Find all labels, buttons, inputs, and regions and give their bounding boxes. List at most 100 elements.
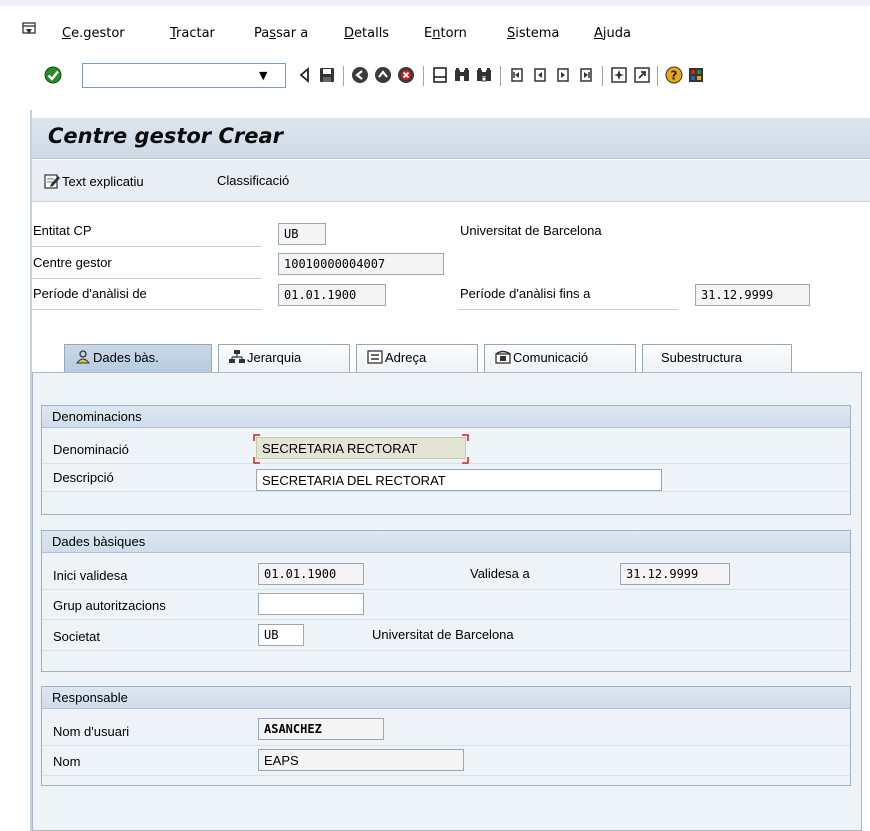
menu-item-cegestor[interactable]: Ce.gestor	[62, 26, 125, 41]
back-icon[interactable]	[351, 66, 369, 84]
group-responsable: Responsable Nom d'usuari Nom	[41, 686, 851, 786]
menu-item-entorn[interactable]: Entorn	[424, 26, 467, 41]
shortcut-icon[interactable]	[633, 66, 651, 84]
societat-field[interactable]: UB	[258, 624, 304, 646]
system-menu-icon[interactable]	[22, 22, 36, 36]
classificacio-button[interactable]: Classificació	[217, 173, 289, 188]
validesa-a-field[interactable]: 31.12.9999	[620, 563, 730, 585]
menu-item-passar-a-rest: sar a	[276, 26, 309, 41]
menu-item-passar-a[interactable]: Passar a	[254, 26, 308, 41]
person-icon	[75, 350, 91, 364]
page-title: Centre gestor Crear	[48, 124, 283, 148]
row-nom-usuari: Nom d'usuari	[42, 719, 850, 746]
row-divider	[32, 246, 262, 247]
text-explicatiu-label: Text explicatiu	[62, 174, 144, 189]
tab-dades-bas[interactable]: Dades bàs.	[64, 344, 212, 373]
nom-field[interactable]: EAPS	[258, 749, 464, 771]
row-grup-autoritzacions: Grup autoritzacions	[42, 593, 850, 620]
menu-item-ajuda-rest: juda	[602, 26, 631, 41]
descripcio-label: Descripció	[53, 470, 114, 485]
tab-adreca-label: Adreça	[385, 350, 427, 365]
menu-item-sistema[interactable]: Sistema	[507, 26, 559, 41]
nom-usuari-field[interactable]: ASANCHEZ	[258, 718, 384, 740]
focus-marker	[253, 434, 469, 464]
hierarchy-icon	[229, 350, 245, 363]
centre-gestor-label: Centre gestor	[33, 255, 112, 270]
tab-subestructura-label: Subestructura	[661, 350, 742, 365]
menu-item-entorn-rest: torn	[440, 26, 467, 41]
layout-icon[interactable]	[687, 66, 705, 84]
menu-item-detalls-rest: etalls	[354, 26, 390, 41]
menu-item-tractar[interactable]: Tractar	[170, 26, 215, 41]
edit-text-icon	[44, 174, 60, 189]
toolbar-separator	[500, 66, 501, 86]
create-session-icon[interactable]	[610, 66, 628, 84]
find-icon[interactable]	[453, 66, 471, 84]
menu-item-passar-a-pre: Pa	[254, 26, 270, 41]
menu-item-detalls[interactable]: Detalls	[344, 26, 389, 41]
descripcio-field[interactable]: SECRETARIA DEL RECTORAT	[256, 469, 662, 491]
grup-autoritzacions-field[interactable]	[258, 593, 364, 615]
address-card-icon	[367, 350, 383, 364]
menu-item-ajuda-u: A	[594, 26, 603, 41]
print-icon[interactable]	[431, 66, 449, 84]
tab-adreca[interactable]: Adreça	[356, 344, 478, 372]
tab-jerarquia[interactable]: Jerarquia	[218, 344, 350, 372]
command-field[interactable]	[82, 63, 286, 88]
find-next-icon[interactable]	[475, 66, 493, 84]
menu-item-tractar-rest: ractar	[176, 26, 215, 41]
toolbar-separator	[423, 66, 424, 86]
menu-item-ajuda[interactable]: Ajuda	[594, 26, 631, 41]
periode-fins-label: Període d'anàlisi fins a	[460, 286, 591, 301]
entitat-cp-description: Universitat de Barcelona	[460, 223, 602, 238]
classificacio-label: Classificació	[217, 173, 290, 188]
toolbar-separator	[657, 66, 658, 86]
toolbar-separator	[343, 66, 344, 86]
command-dropdown-icon[interactable]: ▼	[259, 69, 267, 82]
periode-de-label: Període d'anàlisi de	[33, 286, 147, 301]
previous-page-icon[interactable]	[531, 66, 549, 84]
entitat-cp-label: Entitat CP	[33, 223, 92, 238]
group-responsable-title: Responsable	[42, 687, 850, 709]
cancel-icon[interactable]	[397, 66, 415, 84]
centre-gestor-field[interactable]: 10010000004007	[278, 253, 444, 275]
tab-comunicacio-label: Comunicació	[513, 350, 589, 365]
last-page-icon[interactable]	[577, 66, 595, 84]
tab-comunicacio[interactable]: Comunicació	[484, 344, 636, 372]
tab-subestructura[interactable]: Subestructura	[642, 344, 792, 372]
inici-validesa-label: Inici validesa	[53, 568, 128, 583]
tab-dades-bas-label: Dades bàs.	[93, 350, 159, 365]
societat-label: Societat	[53, 629, 100, 644]
inici-validesa-field[interactable]: 01.01.1900	[258, 563, 364, 585]
group-dades-basiques: Dades bàsiques Inici validesa Grup autor…	[41, 530, 851, 672]
next-page-icon[interactable]	[554, 66, 572, 84]
row-divider	[32, 309, 262, 310]
menu-item-entorn-pre: E	[424, 26, 433, 41]
nom-usuari-label: Nom d'usuari	[53, 724, 130, 739]
entitat-cp-field[interactable]: UB	[278, 223, 326, 245]
group-denominacions-title: Denominacions	[42, 406, 850, 428]
societat-description: Universitat de Barcelona	[372, 627, 514, 642]
menu-item-passar-a-u: s	[269, 26, 277, 41]
periode-de-field[interactable]: 01.01.1900	[278, 284, 386, 306]
back-arrow-icon[interactable]	[296, 66, 314, 84]
denominacio-label: Denominació	[53, 442, 129, 457]
menu-item-sistema-rest: istema	[515, 26, 560, 41]
enter-icon[interactable]	[44, 66, 62, 84]
first-page-icon[interactable]	[508, 66, 526, 84]
periode-fins-field[interactable]: 31.12.9999	[695, 284, 810, 306]
nom-label: Nom	[53, 754, 81, 769]
text-explicatiu-button[interactable]: Text explicatiu	[44, 173, 144, 189]
svg-text:?: ?	[671, 69, 678, 83]
validesa-a-label: Validesa a	[470, 566, 530, 581]
row-divider	[32, 278, 262, 279]
help-icon[interactable]: ?	[665, 66, 683, 84]
group-dades-basiques-title: Dades bàsiques	[42, 531, 850, 553]
menu-item-detalls-u: D	[344, 26, 355, 41]
menu-item-cegestor-u: C	[62, 26, 72, 41]
application-toolbar	[32, 160, 870, 202]
toolbar-separator	[602, 66, 603, 86]
exit-icon[interactable]	[374, 66, 392, 84]
tab-jerarquia-label: Jerarquia	[247, 350, 302, 365]
save-icon[interactable]	[318, 66, 336, 84]
